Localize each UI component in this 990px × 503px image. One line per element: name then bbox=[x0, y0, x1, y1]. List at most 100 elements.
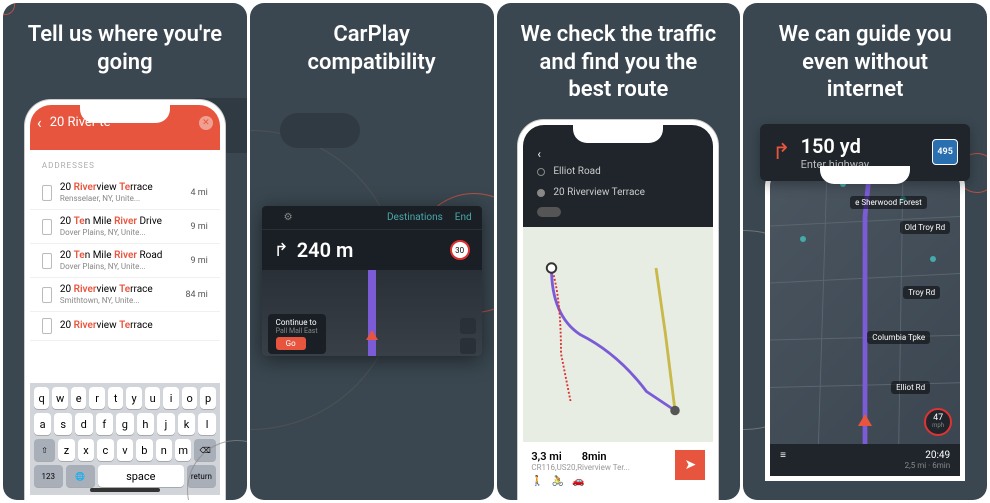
kb-key[interactable]: k bbox=[178, 413, 196, 435]
car-icon[interactable]: 🚗 bbox=[572, 476, 584, 487]
route-roads: CR116,US20,Riverview Ter... bbox=[531, 463, 669, 472]
panel-carplay: CarPlay compatibility ⚙ Destinations End… bbox=[250, 3, 494, 500]
location-icon bbox=[42, 253, 52, 269]
navigate-button[interactable]: ➤ bbox=[675, 450, 705, 480]
layers-icon[interactable] bbox=[460, 338, 476, 354]
result-row[interactable]: 20 Riverview Terrace bbox=[30, 312, 220, 341]
carplay-nav: ↱ 240 m 30 bbox=[262, 230, 482, 270]
go-button[interactable]: Go bbox=[276, 337, 306, 350]
back-icon[interactable]: ‹ bbox=[37, 113, 42, 132]
kb-key[interactable]: f bbox=[96, 413, 114, 435]
route-time: 8min bbox=[582, 450, 607, 463]
notch bbox=[80, 103, 170, 123]
route-line bbox=[352, 270, 392, 356]
menu-icon[interactable]: ≡ bbox=[780, 450, 786, 470]
location-cursor bbox=[366, 330, 378, 340]
end-link[interactable]: End bbox=[455, 212, 472, 223]
notch bbox=[573, 123, 663, 143]
result-subtitle: Dover Plains, NY, Unite... bbox=[60, 262, 183, 271]
panel-search: Tell us where you're going ‹ 20 River te… bbox=[3, 3, 247, 500]
kb-key[interactable]: s bbox=[54, 413, 72, 435]
kb-key[interactable]: ⇧ bbox=[34, 439, 55, 461]
carplay-screen: ⚙ Destinations End ↱ 240 m 30 Continue t… bbox=[262, 206, 482, 356]
kb-key[interactable]: b bbox=[136, 439, 152, 461]
kb-key[interactable]: t bbox=[108, 387, 124, 409]
panel-heading: CarPlay compatibility bbox=[250, 3, 494, 86]
results-list: 20 Riverview Terrace Rensselaer, NY, Uni… bbox=[30, 176, 220, 341]
kb-key[interactable]: d bbox=[75, 413, 93, 435]
dest-dot-icon bbox=[537, 189, 545, 197]
transport-modes: 🚶 🚴 🚗 bbox=[531, 476, 669, 487]
kb-key[interactable]: g bbox=[116, 413, 134, 435]
kb-key[interactable]: a bbox=[34, 413, 52, 435]
route-summary: 3,3 mi 8min CR116,US20,Riverview Ter... … bbox=[523, 442, 713, 495]
result-row[interactable]: 20 Riverview Terrace Smithtown, NY, Unit… bbox=[30, 278, 220, 312]
map-area[interactable] bbox=[523, 227, 713, 442]
kb-key[interactable]: q bbox=[34, 387, 50, 409]
walk-icon[interactable]: 🚶 bbox=[531, 476, 543, 487]
kb-globe[interactable]: 🌐 bbox=[66, 465, 95, 487]
road-label: Old Troy Rd bbox=[900, 221, 951, 234]
result-distance: 9 mi bbox=[191, 256, 208, 266]
destinations-link[interactable]: Destinations bbox=[387, 212, 443, 223]
kb-key[interactable]: c bbox=[97, 439, 113, 461]
carplay-top-bar: ⚙ Destinations End bbox=[262, 206, 482, 230]
highway-shield: 495 bbox=[932, 139, 958, 165]
gear-icon[interactable]: ⚙ bbox=[284, 212, 293, 223]
kb-key[interactable]: x bbox=[78, 439, 94, 461]
speed-limit: 30 bbox=[450, 240, 470, 260]
road-name: Pall Mall East bbox=[276, 327, 318, 335]
result-title: 20 Ten Mile River Drive bbox=[60, 216, 183, 228]
kb-key[interactable]: v bbox=[117, 439, 133, 461]
continue-label: Continue to bbox=[276, 318, 318, 327]
kb-key[interactable]: o bbox=[182, 387, 198, 409]
car-icon[interactable] bbox=[537, 207, 561, 217]
speed-unit: mph bbox=[932, 423, 944, 429]
kb-key[interactable]: h bbox=[137, 413, 155, 435]
result-row[interactable]: 20 Ten Mile River Road Dover Plains, NY,… bbox=[30, 244, 220, 278]
distance: 240 m bbox=[297, 238, 354, 262]
kb-key[interactable]: m bbox=[175, 439, 191, 461]
panel-heading: We check the traffic and find you the be… bbox=[497, 3, 741, 114]
kb-key[interactable]: l bbox=[198, 413, 216, 435]
kb-key[interactable]: w bbox=[52, 387, 68, 409]
kb-key[interactable]: y bbox=[126, 387, 142, 409]
result-row[interactable]: 20 Riverview Terrace Rensselaer, NY, Uni… bbox=[30, 176, 220, 210]
kb-key[interactable]: n bbox=[156, 439, 172, 461]
kb-key[interactable]: j bbox=[157, 413, 175, 435]
origin-row[interactable]: Elliot Road bbox=[537, 161, 699, 182]
kb-space[interactable]: space bbox=[98, 465, 185, 487]
kb-key[interactable]: z bbox=[58, 439, 74, 461]
kb-key[interactable]: r bbox=[89, 387, 105, 409]
notch bbox=[820, 164, 910, 184]
result-row[interactable]: 20 Ten Mile River Drive Dover Plains, NY… bbox=[30, 210, 220, 244]
zoom-icon[interactable] bbox=[460, 318, 476, 334]
carplay-map[interactable]: Continue to Pall Mall East Go bbox=[262, 270, 482, 356]
result-subtitle: Smithtown, NY, Unite... bbox=[60, 296, 178, 305]
kb-key[interactable]: u bbox=[145, 387, 161, 409]
result-distance: 84 mi bbox=[185, 290, 207, 300]
eta-time: 20:49 bbox=[905, 450, 950, 461]
back-icon[interactable]: ‹ bbox=[537, 147, 699, 161]
kb-key[interactable]: e bbox=[71, 387, 87, 409]
location-cursor bbox=[858, 414, 872, 426]
map-view[interactable]: e Sherwood Forest Old Troy Rd Troy Rd Co… bbox=[770, 166, 960, 476]
eta-remaining: 2,5 mi · 6min bbox=[905, 461, 950, 470]
origin-dot-icon bbox=[537, 168, 545, 176]
kb-key[interactable]: p bbox=[200, 387, 216, 409]
home-indicator bbox=[90, 488, 160, 492]
destination-row[interactable]: 20 Riverview Terrace bbox=[537, 182, 699, 203]
eta-bar: ≡ 20:49 2,5 mi · 6min bbox=[770, 444, 960, 476]
phone-frame: ‹ Elliot Road 20 Riverview Terrace bbox=[518, 120, 718, 500]
map-controls bbox=[460, 318, 476, 354]
kb-123[interactable]: 123 bbox=[34, 465, 63, 487]
result-distance: 4 mi bbox=[191, 188, 208, 198]
road-label: Elliot Rd bbox=[891, 381, 930, 394]
route-overlay bbox=[523, 227, 713, 442]
clear-icon[interactable]: ✕ bbox=[199, 116, 213, 130]
result-title: 20 Riverview Terrace bbox=[60, 284, 178, 296]
bike-icon[interactable]: 🚴 bbox=[552, 476, 564, 487]
kb-key[interactable]: i bbox=[163, 387, 179, 409]
banner-distance: 150 yd bbox=[801, 134, 870, 158]
result-title: 20 Riverview Terrace bbox=[60, 320, 200, 332]
